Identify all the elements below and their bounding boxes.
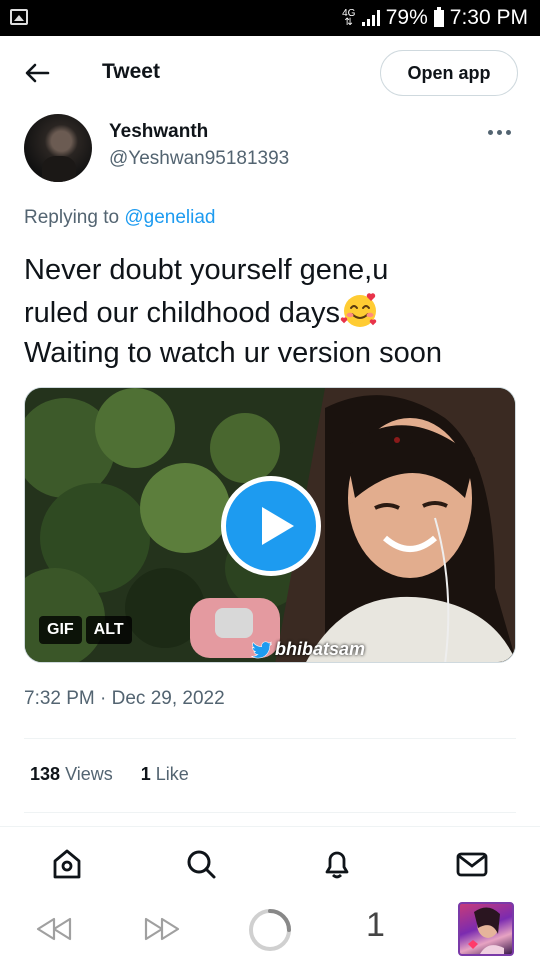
media-watermark: bhibatsam (250, 639, 365, 660)
tab-count[interactable]: 1 (366, 906, 385, 945)
fast-forward-icon[interactable] (142, 912, 182, 951)
battery-percent: 79% (385, 6, 428, 29)
gif-badge: GIF (39, 616, 82, 644)
header: Tweet Open app (0, 36, 540, 110)
replying-handle-link[interactable]: @geneliad (124, 207, 215, 228)
open-app-button[interactable]: Open app (380, 50, 518, 96)
smiling-face-with-hearts-icon (340, 290, 380, 330)
divider (24, 738, 516, 739)
avatar[interactable] (24, 114, 92, 182)
search-icon[interactable] (184, 847, 218, 881)
messages-icon[interactable] (455, 847, 489, 881)
author-handle[interactable]: @Yeshwan95181393 (109, 148, 289, 170)
twitter-bird-icon (250, 640, 273, 658)
tweet-media-gif[interactable]: GIF ALT bhibatsam (24, 387, 516, 663)
status-bar: 4G ⇅ 79% 7:30 PM (0, 0, 540, 36)
views-stat[interactable]: 138 Views (30, 764, 113, 785)
profile-thumbnail[interactable] (458, 902, 514, 956)
back-arrow-icon[interactable] (22, 58, 52, 88)
bottom-nav (0, 826, 540, 900)
page-title: Tweet (102, 60, 160, 83)
divider (24, 812, 516, 813)
signal-icon (361, 10, 380, 26)
home-icon[interactable] (50, 847, 84, 881)
network-type-icon: 4G ⇅ (342, 8, 356, 28)
replying-to: Replying to @geneliad (24, 207, 216, 228)
notifications-icon[interactable] (320, 847, 354, 881)
battery-icon (433, 6, 444, 27)
likes-stat[interactable]: 1 Like (141, 764, 189, 785)
rewind-icon[interactable] (34, 912, 74, 951)
alt-text-badge[interactable]: ALT (85, 616, 132, 644)
author-name[interactable]: Yeshwanth (109, 121, 208, 143)
tweet-timestamp[interactable]: 7:32 PM · Dec 29, 2022 (24, 688, 225, 710)
play-button[interactable] (221, 476, 321, 576)
loading-spinner-icon (248, 908, 292, 957)
tweet-stats: 138 Views 1 Like (30, 764, 189, 785)
more-options-icon[interactable] (484, 120, 514, 144)
gallery-notification-icon (10, 9, 28, 25)
tweet-text: Never doubt yourself gene,u ruled our ch… (24, 254, 443, 369)
clock: 7:30 PM (449, 6, 528, 29)
